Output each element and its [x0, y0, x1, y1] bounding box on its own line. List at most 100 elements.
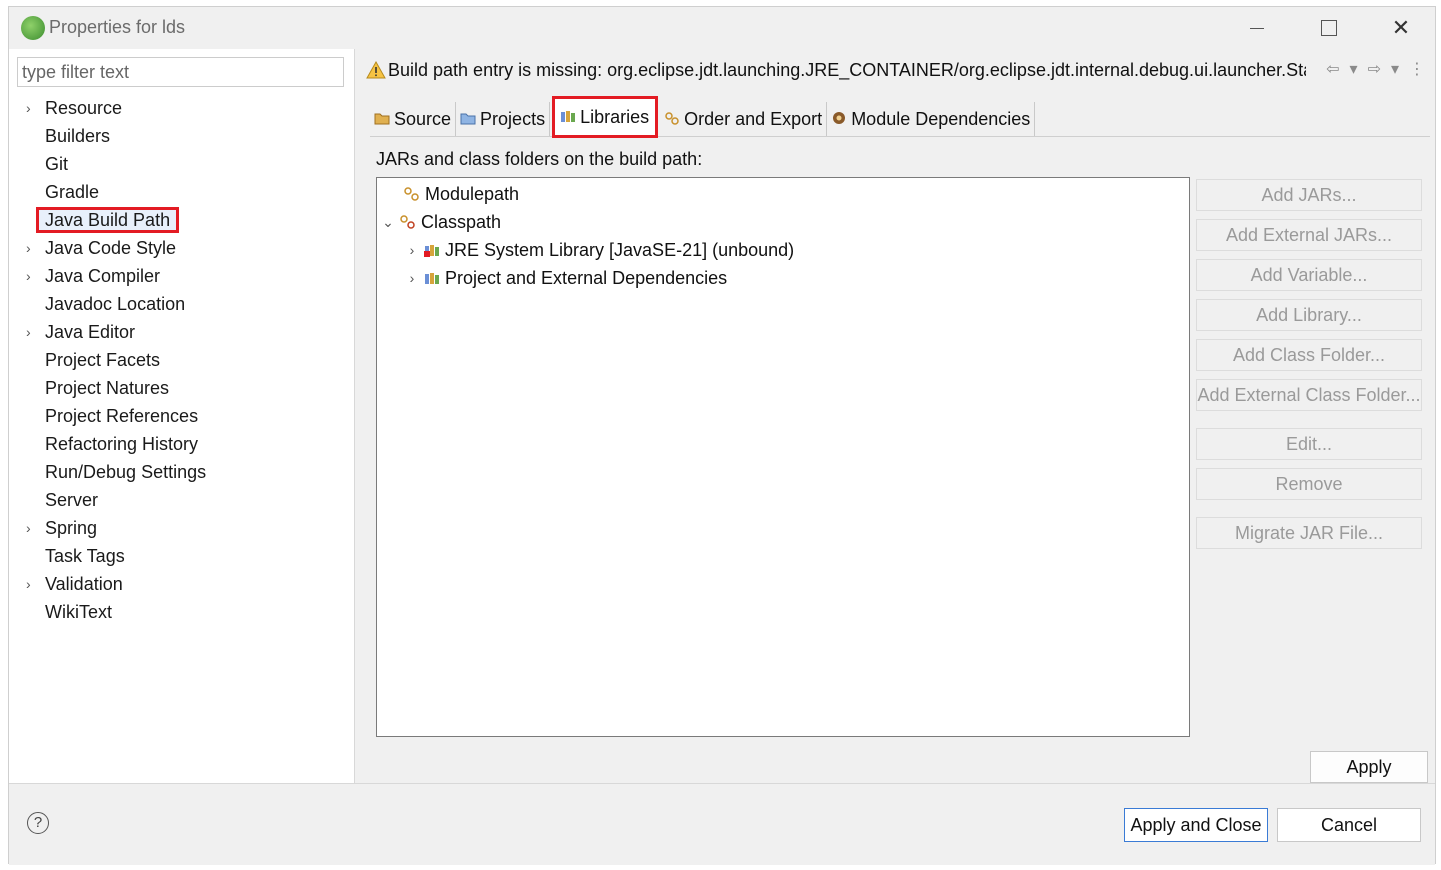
- message-bar: Build path entry is missing: org.eclipse…: [356, 57, 1435, 87]
- tree-item-label: Project References: [45, 406, 199, 426]
- section-label: JARs and class folders on the build path…: [376, 149, 703, 169]
- apply-button[interactable]: Apply: [1310, 751, 1428, 783]
- modulepath-node[interactable]: Modulepath: [403, 180, 519, 208]
- chevron-right-icon[interactable]: ›: [26, 262, 38, 290]
- migrate-jar-button[interactable]: Migrate JAR File...: [1196, 517, 1422, 549]
- tab-libraries[interactable]: Libraries: [552, 96, 659, 138]
- close-button[interactable]: ✕: [1381, 13, 1421, 43]
- tree-item-builders[interactable]: Builders: [9, 122, 354, 150]
- tree-item-run-debug-settings[interactable]: Run/Debug Settings: [9, 458, 354, 486]
- tree-item-spring[interactable]: › Spring: [9, 514, 354, 542]
- classpath-node[interactable]: ⌄ Classpath: [381, 208, 501, 236]
- back-icon[interactable]: ⇦: [1326, 59, 1339, 79]
- window-title: Properties for lds: [49, 17, 186, 37]
- apply-and-close-button[interactable]: Apply and Close: [1124, 808, 1268, 842]
- tab-module-dependencies[interactable]: Module Dependencies: [827, 102, 1036, 136]
- library-error-icon: [424, 245, 439, 257]
- tree-item-label: Resource: [45, 98, 123, 118]
- tree-item-javadoc-location[interactable]: Javadoc Location: [9, 290, 354, 318]
- tree-item-label: Task Tags: [45, 546, 125, 566]
- chevron-right-icon[interactable]: ›: [26, 570, 38, 598]
- tree-item-git[interactable]: Git: [9, 150, 354, 178]
- tree-item-label: Builders: [45, 126, 111, 146]
- spring-tools-icon: [21, 16, 45, 40]
- back-dropdown-icon[interactable]: ▾: [1350, 59, 1358, 79]
- chevron-down-icon[interactable]: ⌄: [381, 208, 395, 236]
- filter-input[interactable]: [17, 57, 344, 87]
- chevron-right-icon[interactable]: ›: [405, 264, 419, 292]
- more-icon[interactable]: ⋮: [1409, 59, 1425, 79]
- tab-label: Source: [394, 108, 452, 129]
- java-build-path-page: Build path entry is missing: org.eclipse…: [356, 49, 1435, 783]
- tree-item-java-code-style[interactable]: › Java Code Style: [9, 234, 354, 262]
- dialog-footer: ? Apply and Close Cancel: [9, 783, 1435, 865]
- tree-item-label: Refactoring History: [45, 434, 199, 454]
- classpath-icon: [400, 215, 415, 229]
- tree-item-project-natures[interactable]: Project Natures: [9, 374, 354, 402]
- add-jars-button[interactable]: Add JARs...: [1196, 179, 1422, 211]
- tree-item-label: Javadoc Location: [45, 294, 186, 314]
- tree-item-label: Java Compiler: [45, 266, 161, 286]
- dependencies-node[interactable]: › Project and External Dependencies: [405, 264, 728, 292]
- help-icon[interactable]: ?: [27, 812, 49, 834]
- remove-button[interactable]: Remove: [1196, 468, 1422, 500]
- tree-item-java-compiler[interactable]: › Java Compiler: [9, 262, 354, 290]
- forward-icon[interactable]: ⇨: [1368, 59, 1381, 79]
- build-path-warning: Build path entry is missing: org.eclipse…: [388, 60, 1306, 80]
- add-variable-button[interactable]: Add Variable...: [1196, 259, 1422, 291]
- minimize-button[interactable]: [1237, 13, 1277, 43]
- add-external-class-folder-button[interactable]: Add External Class Folder...: [1196, 379, 1422, 411]
- chevron-right-icon[interactable]: ›: [405, 236, 419, 264]
- property-pages-tree: › Resource Builders Git Gradle Java Build Pat…: [9, 94, 354, 626]
- forward-dropdown-icon[interactable]: ▾: [1391, 59, 1399, 79]
- tree-item-label: Project Facets: [45, 350, 161, 370]
- properties-dialog: Properties for lds ✕ › Resource Builders Gi…: [8, 6, 1436, 865]
- classpath-label: Classpath: [421, 212, 502, 232]
- dependencies-label: Project and External Dependencies: [445, 268, 728, 288]
- chevron-right-icon[interactable]: ›: [26, 318, 38, 346]
- tree-item-project-references[interactable]: Project References: [9, 402, 354, 430]
- tree-item-java-build-path[interactable]: Java Build Path: [9, 206, 354, 234]
- modulepath-label: Modulepath: [425, 184, 520, 204]
- cancel-button[interactable]: Cancel: [1277, 808, 1421, 842]
- tree-item-label: Project Natures: [45, 378, 170, 398]
- tree-item-wikitext[interactable]: WikiText: [9, 598, 354, 626]
- module-icon: [831, 109, 847, 130]
- tree-item-validation[interactable]: › Validation: [9, 570, 354, 598]
- maximize-button[interactable]: [1309, 13, 1349, 43]
- tree-item-java-editor[interactable]: › Java Editor: [9, 318, 354, 346]
- tab-label: Module Dependencies: [851, 108, 1031, 129]
- projects-icon: [460, 109, 476, 130]
- edit-button[interactable]: Edit...: [1196, 428, 1422, 460]
- tab-projects[interactable]: Projects: [456, 102, 551, 136]
- chevron-right-icon[interactable]: ›: [26, 234, 38, 262]
- tree-item-project-facets[interactable]: Project Facets: [9, 346, 354, 374]
- tree-item-label: Java Code Style: [45, 238, 177, 258]
- library-icon: [425, 273, 439, 284]
- tree-item-task-tags[interactable]: Task Tags: [9, 542, 354, 570]
- chevron-right-icon[interactable]: ›: [26, 94, 38, 122]
- libraries-tree[interactable]: Modulepath ⌄ Classpath › JRE System Libr…: [376, 177, 1190, 737]
- order-export-icon: [664, 109, 680, 130]
- modulepath-icon: [404, 187, 419, 201]
- tab-source[interactable]: Source: [370, 102, 457, 136]
- source-folder-icon: [374, 109, 390, 130]
- jre-library-node[interactable]: › JRE System Library [JavaSE-21] (unboun…: [405, 236, 795, 264]
- tab-label: Projects: [480, 108, 546, 129]
- tree-item-refactoring-history[interactable]: Refactoring History: [9, 430, 354, 458]
- add-external-jars-button[interactable]: Add External JARs...: [1196, 219, 1422, 251]
- tab-label: Order and Export: [684, 108, 823, 129]
- tree-item-label: Run/Debug Settings: [45, 462, 207, 482]
- add-library-button[interactable]: Add Library...: [1196, 299, 1422, 331]
- tree-item-label: Server: [45, 490, 99, 510]
- tab-label: Libraries: [580, 106, 650, 127]
- chevron-right-icon[interactable]: ›: [26, 514, 38, 542]
- page-nav: ⇦ ▾ ⇨ ▾ ⋮: [1326, 59, 1425, 79]
- property-pages-pane: › Resource Builders Git Gradle Java Build Pat…: [9, 49, 355, 783]
- build-path-tabs: Source Projects Libraries Order and Export M…: [370, 96, 1430, 138]
- tab-order-and-export[interactable]: Order and Export: [660, 102, 828, 136]
- add-class-folder-button[interactable]: Add Class Folder...: [1196, 339, 1422, 371]
- tree-item-resource[interactable]: › Resource: [9, 94, 354, 122]
- tree-item-server[interactable]: Server: [9, 486, 354, 514]
- tree-item-gradle[interactable]: Gradle: [9, 178, 354, 206]
